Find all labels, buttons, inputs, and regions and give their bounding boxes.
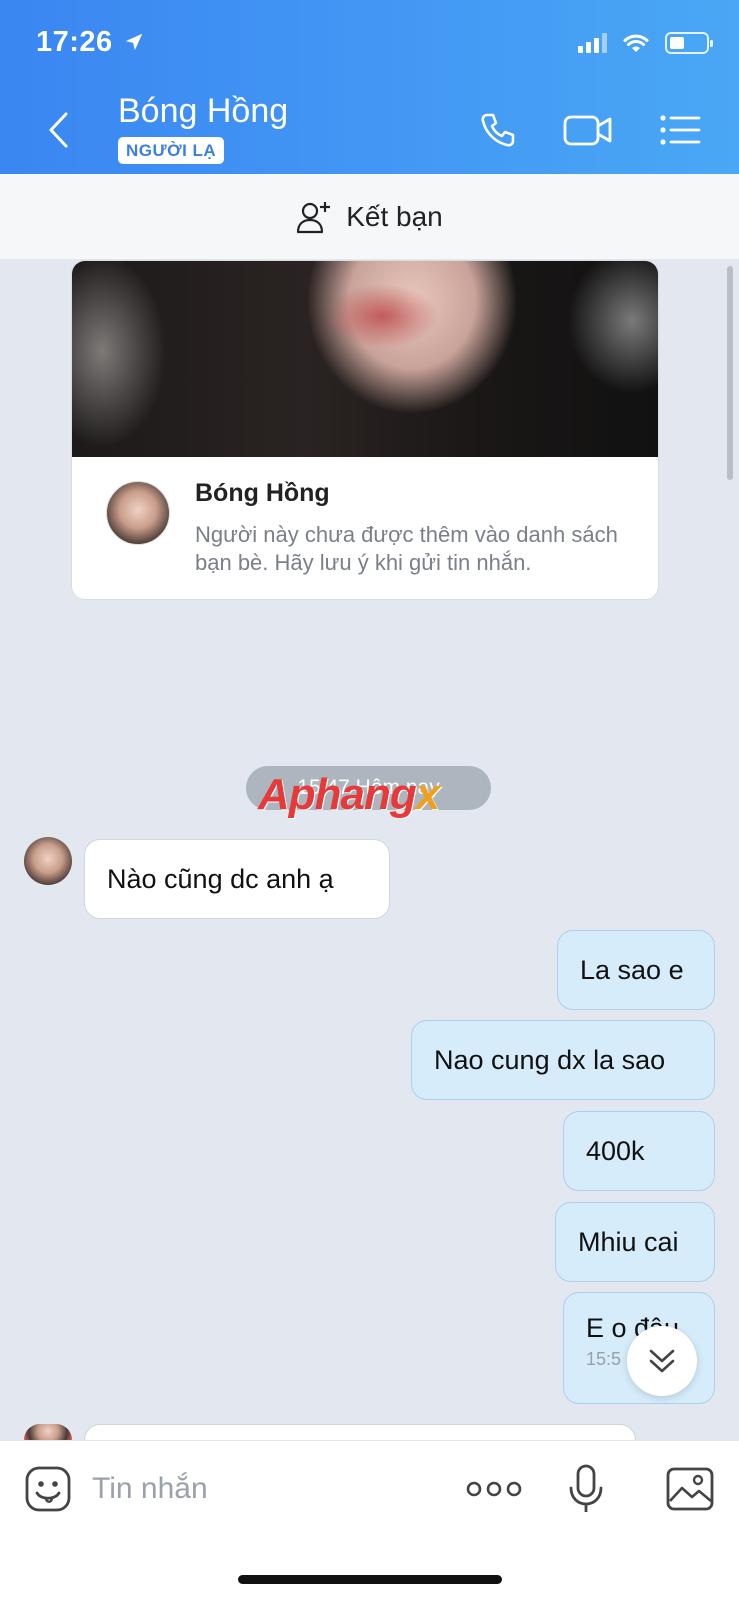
signal-icon <box>578 33 607 53</box>
sticker-icon <box>25 1466 71 1512</box>
voice-message-button[interactable] <box>560 1463 612 1515</box>
home-indicator[interactable] <box>238 1575 502 1584</box>
battery-icon <box>665 32 713 54</box>
message-time: 15:5 <box>586 1349 622 1369</box>
profile-avatar[interactable] <box>106 481 170 545</box>
profile-cover-photo <box>72 261 658 457</box>
phone-icon <box>481 113 515 147</box>
microphone-icon <box>569 1464 603 1512</box>
sender-avatar[interactable] <box>24 837 72 885</box>
add-friend-button[interactable]: Kết bạn <box>0 174 739 259</box>
add-person-icon <box>297 201 331 233</box>
message-input[interactable] <box>92 1467 432 1511</box>
add-friend-label: Kết bạn <box>346 200 443 232</box>
chat-options-button[interactable] <box>656 106 704 154</box>
voice-call-button[interactable] <box>474 106 522 154</box>
message-bubble-outgoing[interactable]: Mhiu cai <box>555 1202 715 1282</box>
sticker-button[interactable] <box>22 1463 74 1515</box>
back-chevron-icon <box>49 112 68 148</box>
profile-card[interactable]: Bóng Hồng Người này chưa được thêm vào d… <box>71 260 659 600</box>
more-options-button[interactable] <box>464 1463 524 1515</box>
more-dots-icon <box>466 1481 522 1497</box>
watermark-logo: Aphangx <box>258 770 441 820</box>
profile-card-body: Bóng Hồng Người này chưa được thêm vào d… <box>72 457 658 599</box>
stranger-warning-text: Người này chưa được thêm vào danh sách b… <box>195 522 618 575</box>
message-text: Mhiu cai <box>578 1226 679 1257</box>
status-icons <box>578 32 713 54</box>
video-camera-icon <box>563 115 612 146</box>
image-icon <box>666 1467 714 1511</box>
status-time-text: 17:26 <box>36 26 113 58</box>
message-composer <box>0 1440 739 1600</box>
watermark-accent: x <box>415 770 441 819</box>
back-button[interactable] <box>40 108 76 152</box>
stranger-badge: NGƯỜI LẠ <box>118 137 225 164</box>
double-chevron-down-icon <box>649 1349 675 1373</box>
location-arrow-icon <box>125 33 143 51</box>
chat-header: 17:26 Bóng Hồng NGƯỜI LẠ <box>0 0 739 174</box>
message-bubble-outgoing[interactable]: Nao cung dx la sao <box>411 1020 715 1100</box>
message-text: Nào cũng dc anh ạ <box>107 863 334 894</box>
message-text: Nao cung dx la sao <box>434 1044 666 1075</box>
menu-list-icon <box>660 115 701 145</box>
status-time: 17:26 <box>36 26 145 59</box>
wifi-icon <box>623 34 649 52</box>
message-bubble-outgoing[interactable]: 400k <box>563 1111 715 1191</box>
send-image-button[interactable] <box>664 1463 716 1515</box>
sender-avatar-partial <box>24 1424 72 1440</box>
message-text: 400k <box>586 1135 645 1166</box>
message-bubble-outgoing[interactable]: La sao e <box>557 930 715 1010</box>
message-bubble-incoming[interactable]: Nào cũng dc anh ạ <box>84 839 390 919</box>
scrollbar[interactable] <box>727 266 733 480</box>
chat-title[interactable]: Bóng Hồng <box>118 92 288 131</box>
video-call-button[interactable] <box>560 106 616 154</box>
message-text: La sao e <box>580 954 684 985</box>
profile-name: Bóng Hồng <box>195 479 330 507</box>
watermark-text: Aphang <box>258 770 417 819</box>
scroll-to-bottom-button[interactable] <box>627 1326 697 1396</box>
